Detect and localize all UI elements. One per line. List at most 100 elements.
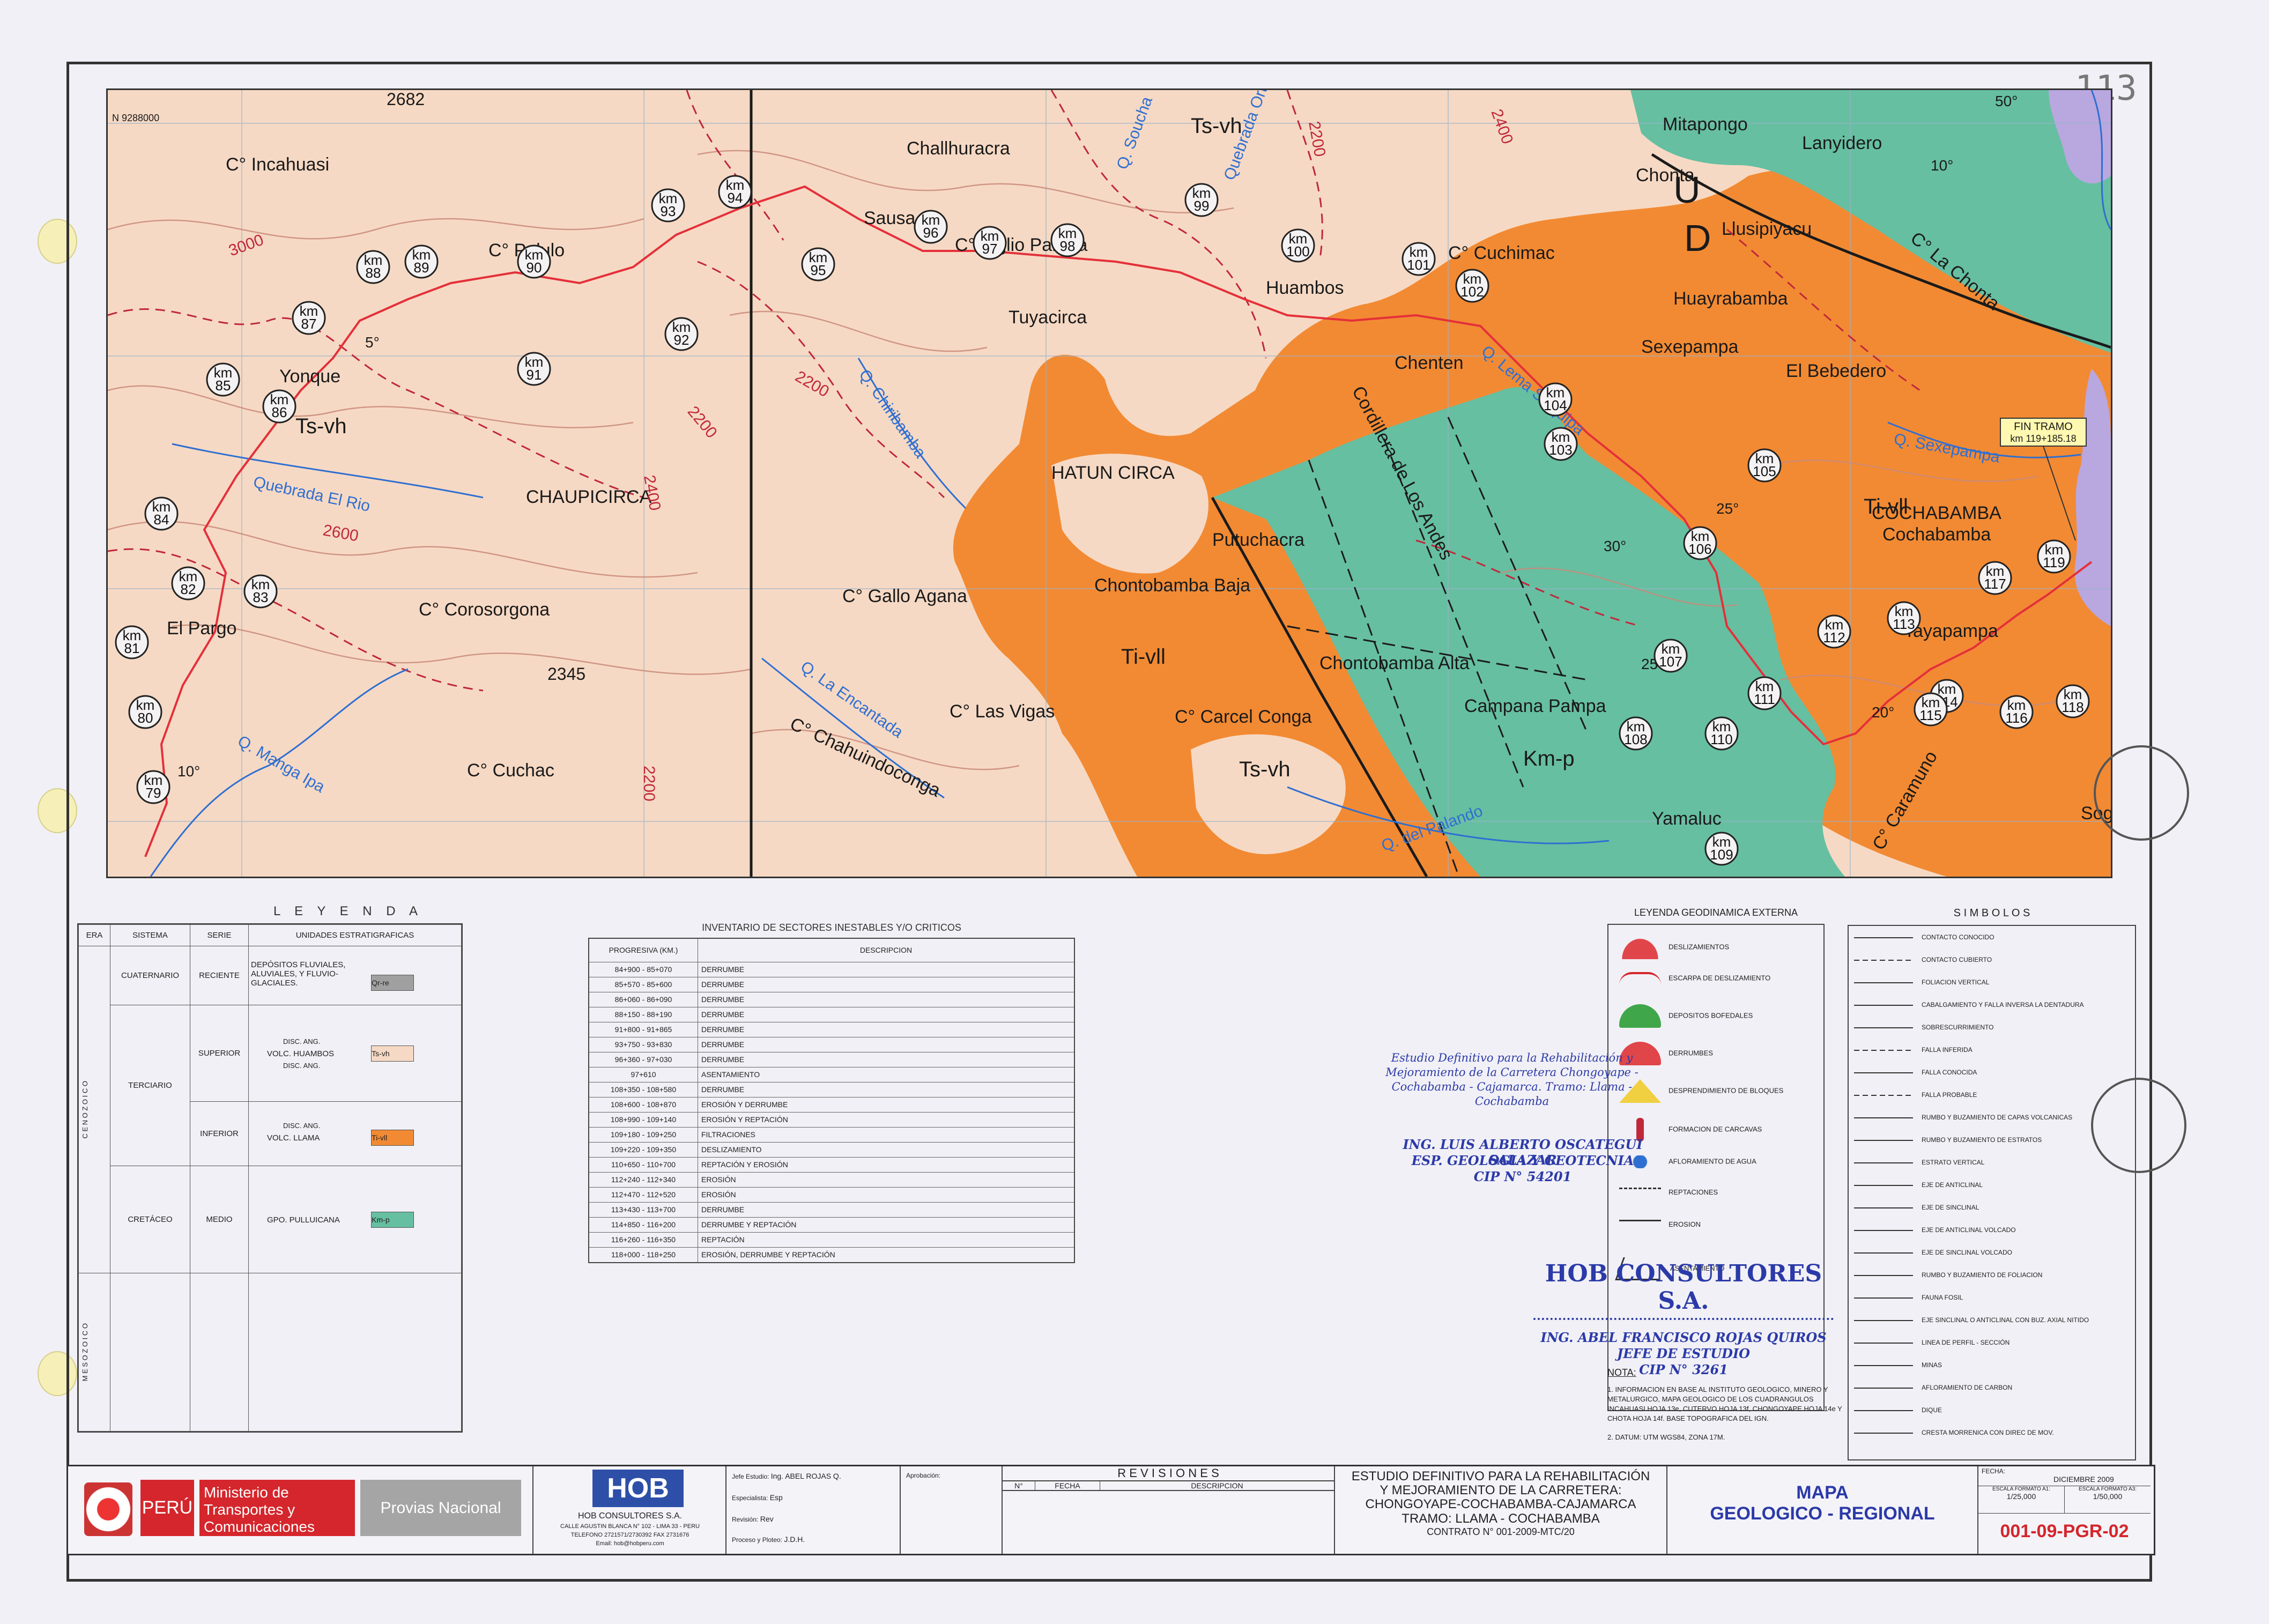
inventario-row: 96+360 - 97+030 DERRUMBE	[588, 1051, 1075, 1067]
sistema-cell: CUATERNARIO	[110, 946, 190, 1005]
symbol-item: FAUNA FOSIL	[1854, 1294, 1963, 1301]
symbol-item: CABALGAMIENTO Y FALLA INVERSA LA DENTADU…	[1854, 1001, 2084, 1008]
place-name: Lanyidero	[1802, 133, 1882, 153]
km-marker[interactable]: km116	[1999, 695, 2034, 729]
km-marker-value: 112	[1823, 629, 1845, 646]
km-marker[interactable]: km89	[404, 244, 439, 279]
contrato-label: CONTRATO N° 001-2009-MTC/20	[1427, 1526, 1575, 1537]
symbol-item: ESTRATO VERTICAL	[1854, 1159, 1984, 1166]
geologic-map[interactable]: N 9288000 Ts-vh Ts-vh Ti-vll Ti-vll Km-p…	[106, 88, 2112, 878]
km-marker[interactable]: km84	[144, 496, 179, 531]
km-marker[interactable]: km91	[517, 352, 551, 386]
km-marker[interactable]: km110	[1704, 716, 1739, 751]
km-marker[interactable]: km117	[1978, 561, 2012, 595]
km-marker[interactable]: km83	[243, 574, 278, 609]
unidad-row-ti: DISC. ANG. VOLC. LLAMA Ti-vll	[248, 1101, 462, 1166]
km-marker[interactable]: km95	[801, 247, 835, 281]
inventario-title: INVENTARIO DE SECTORES INESTABLES Y/O CR…	[702, 922, 961, 933]
km-marker[interactable]: km108	[1619, 716, 1653, 751]
progresiva-cell: 109+220 - 109+350	[588, 1141, 698, 1158]
rev-col-no: N°	[1003, 1481, 1035, 1490]
unit-label: Ts-vh	[1239, 758, 1291, 781]
km-marker-value: 83	[253, 589, 269, 605]
fin-tramo-title: FIN TRAMO	[2014, 421, 2073, 433]
km-marker[interactable]: km104	[1538, 382, 1573, 417]
progresiva-cell: 85+570 - 85+600	[588, 976, 698, 992]
progresiva-cell: 86+060 - 86+090	[588, 991, 698, 1007]
escala-a3-label: ESCALA FORMATO A3:	[2079, 1486, 2137, 1492]
km-marker[interactable]: km109	[1704, 832, 1739, 866]
symbol-line-icon	[1854, 959, 1913, 961]
km-marker-value: 86	[272, 404, 287, 420]
discordance-label: DISC. ANG.	[283, 1037, 321, 1045]
km-marker-value: 97	[982, 241, 998, 257]
symbol-line-icon	[1854, 937, 1913, 938]
km-marker[interactable]: km101	[1402, 242, 1436, 276]
descripcion-cell: EROSIÓN	[698, 1187, 1075, 1203]
symbol-item: EJE DE ANTICLINAL VOLCADO	[1854, 1226, 2016, 1234]
inventario-row: 112+470 - 112+520 EROSIÓN	[588, 1187, 1075, 1203]
jefe-value: Ing. ABEL ROJAS Q.	[770, 1472, 841, 1480]
km-marker[interactable]: km105	[1747, 448, 1782, 483]
km-marker[interactable]: km81	[115, 625, 149, 659]
unidad-text: DEPÓSITOS FLUVIALES, ALUVIALES, Y FLUVIO…	[251, 960, 346, 988]
stratigraphic-legend: ERA SISTEMA SERIE UNIDADES ESTRATIGRAFIC…	[77, 923, 463, 1433]
scarp-icon	[1619, 972, 1661, 985]
km-marker[interactable]: km96	[914, 210, 948, 244]
serie-cell: RECIENTE	[190, 946, 249, 1005]
place-name: Chonta	[1636, 165, 1695, 186]
aprobacion-label: Aprobación:	[906, 1472, 941, 1479]
km-marker[interactable]: km86	[262, 389, 296, 424]
km-marker[interactable]: km98	[1050, 223, 1085, 257]
km-marker-value: 107	[1659, 654, 1682, 670]
km-marker-value: 90	[527, 259, 542, 276]
km-marker[interactable]: km113	[1887, 601, 1921, 635]
km-marker[interactable]: km99	[1184, 183, 1219, 217]
km-marker[interactable]: km112	[1817, 614, 1851, 649]
place-name: Campana Pampa	[1464, 696, 1606, 716]
symbol-label: EJE DE SINCLINAL	[1922, 1204, 1979, 1211]
study-note-stamp: Estudio Definitivo para la Rehabilitació…	[1385, 1051, 1638, 1108]
jefe-label: Jefe Estudio:	[732, 1473, 769, 1480]
title-block: PERÚ Ministerio de Transportes y Comunic…	[66, 1465, 2155, 1555]
km-marker[interactable]: km92	[664, 317, 699, 351]
km-marker-value: 93	[661, 203, 676, 219]
km-marker[interactable]: km85	[206, 362, 240, 397]
place-name: Chontobamba Alta	[1319, 653, 1470, 673]
serie-cell: MEDIO	[190, 1166, 249, 1273]
contour-value: 2200	[640, 766, 658, 802]
km-marker[interactable]: km80	[128, 695, 162, 729]
round-seal	[2091, 1078, 2186, 1173]
km-marker[interactable]: km97	[973, 226, 1007, 260]
inventario-row: 93+750 - 93+830 DERRUMBE	[588, 1036, 1075, 1052]
km-marker-value: 118	[2062, 699, 2083, 715]
km-marker-value: 103	[1549, 442, 1572, 458]
km-marker[interactable]: km88	[356, 250, 390, 284]
km-marker[interactable]: km102	[1455, 269, 1489, 303]
symbol-line-icon	[1854, 1365, 1913, 1366]
km-marker[interactable]: km87	[292, 301, 326, 335]
landslide-icon	[1619, 936, 1661, 959]
symbol-item: EJE DE SINCLINAL	[1854, 1204, 1979, 1211]
symbol-item: AFLORAMIENTO DE CARBON	[1854, 1384, 2012, 1391]
km-marker[interactable]: km82	[171, 566, 205, 600]
km-marker[interactable]: km107	[1653, 639, 1688, 673]
km-marker[interactable]: km119	[2037, 539, 2071, 574]
inventario-row: 86+060 - 86+090 DERRUMBE	[588, 991, 1075, 1007]
progresiva-cell: 118+000 - 118+250	[588, 1247, 698, 1263]
km-marker[interactable]: km100	[1281, 228, 1315, 263]
km-marker[interactable]: km94	[718, 175, 752, 209]
km-marker[interactable]: km90	[517, 244, 551, 279]
engineer1-cip: CIP N° 54201	[1473, 1169, 1572, 1184]
km-marker[interactable]: km103	[1544, 427, 1578, 461]
km-marker[interactable]: km106	[1683, 526, 1717, 560]
km-marker[interactable]: km79	[136, 770, 170, 804]
progresiva-cell: 91+800 - 91+865	[588, 1021, 698, 1037]
km-marker[interactable]: km115	[1914, 692, 1948, 726]
km-marker-value: 94	[728, 190, 743, 206]
inventario-row: 116+260 - 116+350 REPTACIÓN	[588, 1232, 1075, 1248]
km-marker[interactable]: km93	[651, 188, 685, 223]
km-marker[interactable]: km111	[1747, 676, 1782, 710]
geodinamica-title: LEYENDA GEODINAMICA EXTERNA	[1634, 907, 1798, 918]
km-marker[interactable]: km118	[2056, 684, 2090, 718]
